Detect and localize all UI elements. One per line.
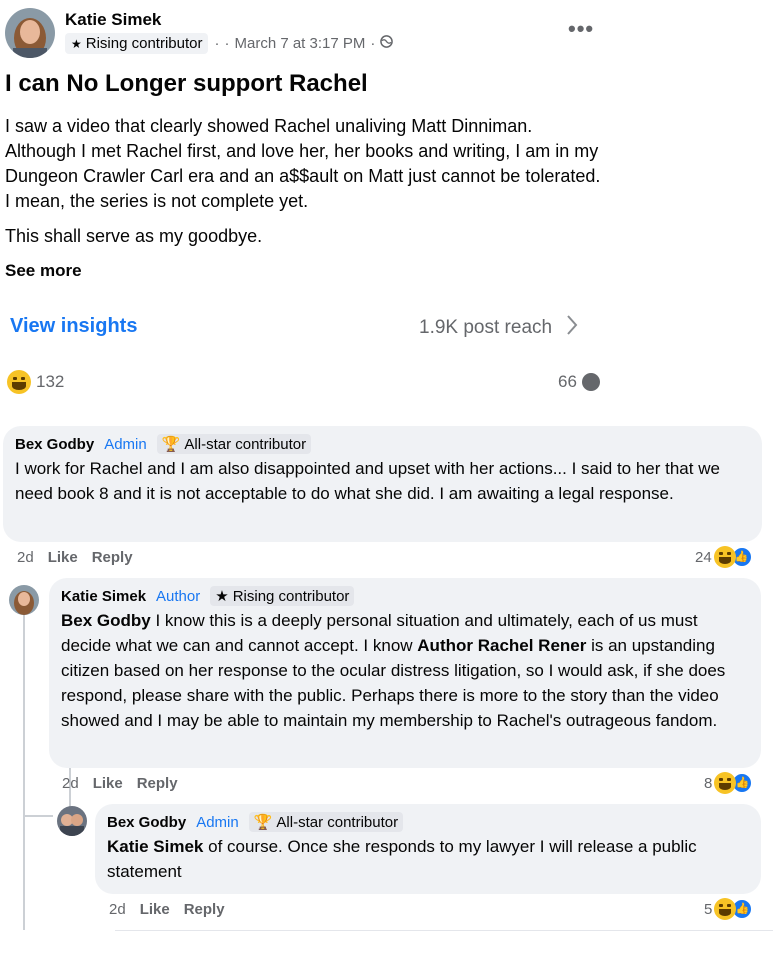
comment-text: I work for Rachel and I am also disappoi…: [15, 459, 720, 503]
reply-button[interactable]: Reply: [92, 549, 133, 566]
post-paragraph: I saw a video that clearly showed Rachel…: [5, 116, 601, 211]
comment-reaction-summary[interactable]: 24 👍: [695, 546, 753, 568]
globe-icon: [380, 35, 394, 52]
reply-button[interactable]: Reply: [137, 775, 178, 792]
post-reach-link[interactable]: 1.9K post reach: [419, 314, 578, 342]
commenter-name[interactable]: Katie Simek: [61, 588, 146, 605]
reaction-count: 5: [704, 900, 713, 918]
all-star-contributor-badge[interactable]: 🏆 All-star contributor: [248, 812, 404, 832]
thread-line: [23, 815, 53, 817]
mention-link[interactable]: Katie Simek: [107, 837, 203, 856]
rising-contributor-badge[interactable]: ★ Rising contributor: [65, 33, 209, 54]
role-label: Author: [156, 587, 201, 605]
dot-separator: ·: [224, 35, 230, 52]
post-date[interactable]: March 7 at 3:17 PM: [234, 35, 365, 52]
commenter-avatar[interactable]: [57, 806, 87, 836]
divider: [115, 930, 773, 931]
role-label: Admin: [104, 435, 147, 453]
post-paragraph: This shall serve as my goodbye.: [5, 226, 263, 246]
dot-separator: ·: [370, 35, 376, 52]
comment-time[interactable]: 2d: [109, 901, 126, 918]
thread-line: [23, 615, 25, 930]
role-label: Admin: [196, 813, 239, 831]
like-button[interactable]: Like: [48, 549, 78, 566]
mention-link[interactable]: Bex Godby: [61, 611, 151, 630]
comment-summary[interactable]: 66: [558, 372, 600, 392]
reaction-summary[interactable]: 132: [7, 370, 64, 394]
view-insights-link[interactable]: View insights: [10, 315, 137, 338]
comment-text: Katie Simek of course. Once she responds…: [107, 837, 697, 881]
post-body: I saw a video that clearly showed Rachel…: [5, 114, 605, 249]
comment-time[interactable]: 2d: [62, 775, 79, 792]
post-reach-text: 1.9K post reach: [419, 317, 553, 338]
comment-time[interactable]: 2d: [17, 549, 34, 566]
post-title: I can No Longer support Rachel: [5, 70, 368, 97]
badge-label: All-star contributor: [184, 435, 307, 453]
reply-button[interactable]: Reply: [184, 901, 225, 918]
star-icon: ★: [215, 588, 229, 605]
comment-bubble: Bex Godby Admin 🏆 All-star contributor K…: [95, 804, 761, 894]
comment-reaction-summary[interactable]: 5 👍: [704, 898, 754, 920]
like-button[interactable]: Like: [140, 901, 170, 918]
badge-label: All-star contributor: [276, 813, 399, 831]
reaction-count: 8: [704, 774, 713, 792]
comment-text: Bex Godby I know this is a deeply person…: [61, 611, 726, 730]
comment-bubble: Katie Simek Author ★ Rising contributor …: [49, 578, 761, 768]
comment-actions: 2d Like Reply: [17, 549, 133, 566]
commenter-name[interactable]: Bex Godby: [107, 814, 186, 831]
star-icon: ★: [71, 36, 82, 51]
haha-reaction-icon: [714, 898, 737, 920]
reaction-count: 24: [695, 548, 712, 566]
haha-reaction-icon: [713, 546, 736, 568]
post-author-name[interactable]: Katie Simek: [65, 10, 161, 30]
commenter-name[interactable]: Bex Godby: [15, 436, 94, 453]
dot-separator: ·: [214, 35, 220, 52]
badge-label: Rising contributor: [85, 35, 203, 52]
trophy-icon: 🏆: [161, 436, 181, 453]
comment-actions: 2d Like Reply: [109, 901, 225, 918]
haha-reaction-icon: [7, 370, 31, 394]
haha-reaction-icon: [714, 772, 737, 794]
trophy-icon: 🏆: [253, 814, 273, 831]
commenter-avatar[interactable]: [9, 585, 39, 615]
comment-actions: 2d Like Reply: [62, 775, 178, 792]
comment-bubble-icon: [581, 373, 600, 391]
rising-contributor-badge[interactable]: ★ Rising contributor: [210, 586, 355, 606]
all-star-contributor-badge[interactable]: 🏆 All-star contributor: [156, 434, 312, 454]
chevron-right-icon: [566, 314, 578, 342]
see-more-link[interactable]: See more: [5, 261, 82, 281]
badge-label: Rising contributor: [232, 587, 350, 605]
like-button[interactable]: Like: [93, 775, 123, 792]
mention-link[interactable]: Author Rachel Rener: [417, 636, 586, 655]
author-avatar[interactable]: [5, 8, 55, 58]
comment-count: 66: [558, 372, 577, 391]
reaction-count: 132: [36, 372, 65, 391]
comment-reaction-summary[interactable]: 8 👍: [704, 772, 754, 794]
more-options-icon[interactable]: •••: [568, 16, 594, 42]
comment-bubble: Bex Godby Admin 🏆 All-star contributor I…: [3, 426, 762, 542]
